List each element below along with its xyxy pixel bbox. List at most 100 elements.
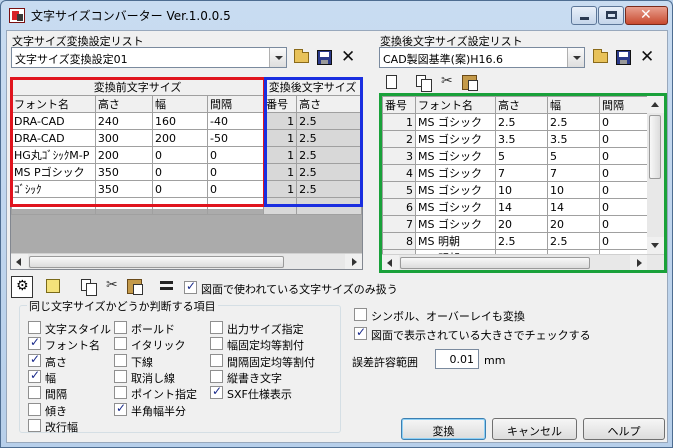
table-cell[interactable]: 2.5	[495, 232, 548, 250]
col-height[interactable]: 高さ	[495, 96, 548, 114]
help-button[interactable]: ヘルプ	[583, 418, 665, 440]
checkbox-box[interactable]	[28, 386, 41, 400]
table-cell[interactable]	[94, 197, 153, 215]
table-cell[interactable]: MS ゴシック	[415, 130, 496, 148]
table-cell[interactable]: 0	[207, 163, 265, 181]
table-row[interactable]: 2 MS ゴシック 3.5 3.5 0	[382, 130, 652, 148]
convert-button[interactable]: 変換	[401, 418, 486, 440]
tolerance-input[interactable]: 0.01	[435, 349, 479, 369]
col-after-height[interactable]: 高さ	[296, 95, 362, 113]
table-row[interactable]: MS Pゴシック 350 0 0 1 2.5	[11, 163, 362, 181]
table-row[interactable]: 7 MS ゴシック 20 20 0	[382, 215, 652, 233]
paste-button[interactable]	[458, 71, 480, 93]
scroll-thumb[interactable]	[649, 115, 661, 179]
checkbox-box[interactable]	[28, 418, 41, 432]
table-cell[interactable]	[296, 197, 362, 215]
table-cell[interactable]: -40	[207, 112, 265, 130]
table-cell[interactable]: 3.5	[547, 130, 600, 148]
table-cell[interactable]: 5	[382, 181, 416, 199]
table-row[interactable]: 4 MS ゴシック 7 7 0	[382, 164, 652, 182]
checkbox-box[interactable]	[210, 369, 223, 383]
table-row[interactable]: 1 MS ゴシック 2.5 2.5 0	[382, 113, 652, 131]
table-cell[interactable]: 1	[263, 146, 298, 164]
close-button[interactable]: ✕	[625, 6, 668, 25]
table-cell[interactable]: 350	[94, 180, 153, 198]
checkbox-box[interactable]	[184, 279, 197, 294]
paste-button-lower[interactable]	[124, 276, 146, 298]
table-cell[interactable]: DRA-CAD	[11, 112, 96, 130]
table-cell[interactable]: 10	[495, 181, 548, 199]
table-cell[interactable]: 0	[599, 164, 652, 182]
table-row[interactable]: 8 MS 明朝 2.5 2.5 0	[382, 232, 652, 250]
checkbox-box[interactable]	[114, 321, 127, 334]
scroll-thumb[interactable]	[400, 257, 590, 269]
table-cell[interactable]: 0	[599, 215, 652, 233]
open-button-right[interactable]	[589, 46, 611, 68]
table-cell[interactable]: MS ゴシック	[415, 215, 496, 233]
table-cell[interactable]: 2.5	[296, 163, 362, 181]
left-list-select[interactable]: 文字サイズ変換設定01	[11, 47, 287, 68]
copy-button[interactable]	[412, 71, 434, 93]
checkbox-box[interactable]	[114, 369, 127, 383]
checkbox-box[interactable]	[28, 335, 41, 351]
table-row[interactable]: 6 MS ゴシック 14 14 0	[382, 198, 652, 216]
table-cell[interactable]: 14	[547, 198, 600, 216]
table-cell[interactable]: 0	[151, 146, 209, 164]
equal-button[interactable]	[156, 276, 178, 298]
table-cell[interactable]: 2	[382, 130, 416, 148]
scroll-up-icon[interactable]	[647, 96, 664, 113]
table-cell[interactable]: 300	[94, 129, 153, 147]
table-cell[interactable]: 2.5	[296, 180, 362, 198]
table-cell[interactable]: MS ゴシック	[415, 181, 496, 199]
table-cell[interactable]: 2.5	[547, 232, 600, 250]
checkbox-box[interactable]	[28, 321, 41, 334]
checkbox-box[interactable]	[114, 386, 127, 400]
table-cell[interactable]: 240	[94, 112, 153, 130]
checkbox-box[interactable]	[28, 368, 41, 383]
maximize-button[interactable]	[598, 6, 624, 25]
table-row[interactable]: DRA-CAD 240 160 -40 1 2.5	[11, 112, 362, 130]
find-button[interactable]	[44, 276, 66, 298]
col-height[interactable]: 高さ	[94, 95, 153, 113]
table-cell[interactable]: 0	[599, 198, 652, 216]
table-cell[interactable]: 0	[599, 181, 652, 199]
checkbox-box[interactable]	[114, 337, 127, 351]
open-button[interactable]	[290, 46, 312, 68]
table-row[interactable]: 3 MS ゴシック 5 5 0	[382, 147, 652, 165]
chevron-down-icon[interactable]	[269, 48, 286, 67]
table-cell[interactable]: 1	[382, 113, 416, 131]
table-cell[interactable]: 350	[94, 163, 153, 181]
table-cell[interactable]: -50	[207, 129, 265, 147]
scroll-down-icon[interactable]	[647, 237, 664, 254]
table-cell[interactable]: 7	[382, 215, 416, 233]
table-cell[interactable]: 5	[547, 147, 600, 165]
table-cell[interactable]: MS ゴシック	[415, 164, 496, 182]
save-button[interactable]	[313, 46, 335, 68]
right-list-select[interactable]: CAD製図基準(案)H16.6	[379, 47, 585, 68]
table-cell[interactable]: 0	[599, 232, 652, 250]
checkbox-box[interactable]	[210, 321, 223, 334]
scroll-right-icon[interactable]	[345, 254, 362, 269]
table-cell[interactable]: 160	[151, 112, 209, 130]
checkbox-box[interactable]	[210, 337, 223, 351]
table-cell[interactable]: 20	[495, 215, 548, 233]
table-cell[interactable]: 200	[151, 129, 209, 147]
delete-button[interactable]: ✕	[336, 46, 358, 68]
table-row[interactable]: ｺﾞｼｯｸ 350 0 0 1 2.5	[11, 180, 362, 198]
checkbox-box[interactable]	[210, 384, 223, 400]
table-cell[interactable]: 0	[599, 113, 652, 131]
left-h-scrollbar[interactable]	[11, 253, 362, 269]
col-width[interactable]: 幅	[151, 95, 209, 113]
table-row-empty[interactable]	[11, 197, 362, 215]
checkbox-box[interactable]	[354, 325, 367, 340]
table-cell[interactable]: 3	[382, 147, 416, 165]
settings-button[interactable]: ⚙	[11, 276, 33, 298]
table-cell[interactable]: MS ゴシック	[415, 198, 496, 216]
table-cell[interactable]: MS Pゴシック	[11, 163, 96, 181]
table-cell[interactable]	[151, 197, 209, 215]
checkbox-box[interactable]	[114, 353, 127, 367]
table-row[interactable]: HG丸ｺﾞｼｯｸM-P 200 0 0 1 2.5	[11, 146, 362, 164]
table-cell[interactable]: MS 明朝	[415, 232, 496, 250]
table-cell[interactable]: HG丸ｺﾞｼｯｸM-P	[11, 146, 96, 164]
table-cell[interactable]: 1	[263, 163, 298, 181]
